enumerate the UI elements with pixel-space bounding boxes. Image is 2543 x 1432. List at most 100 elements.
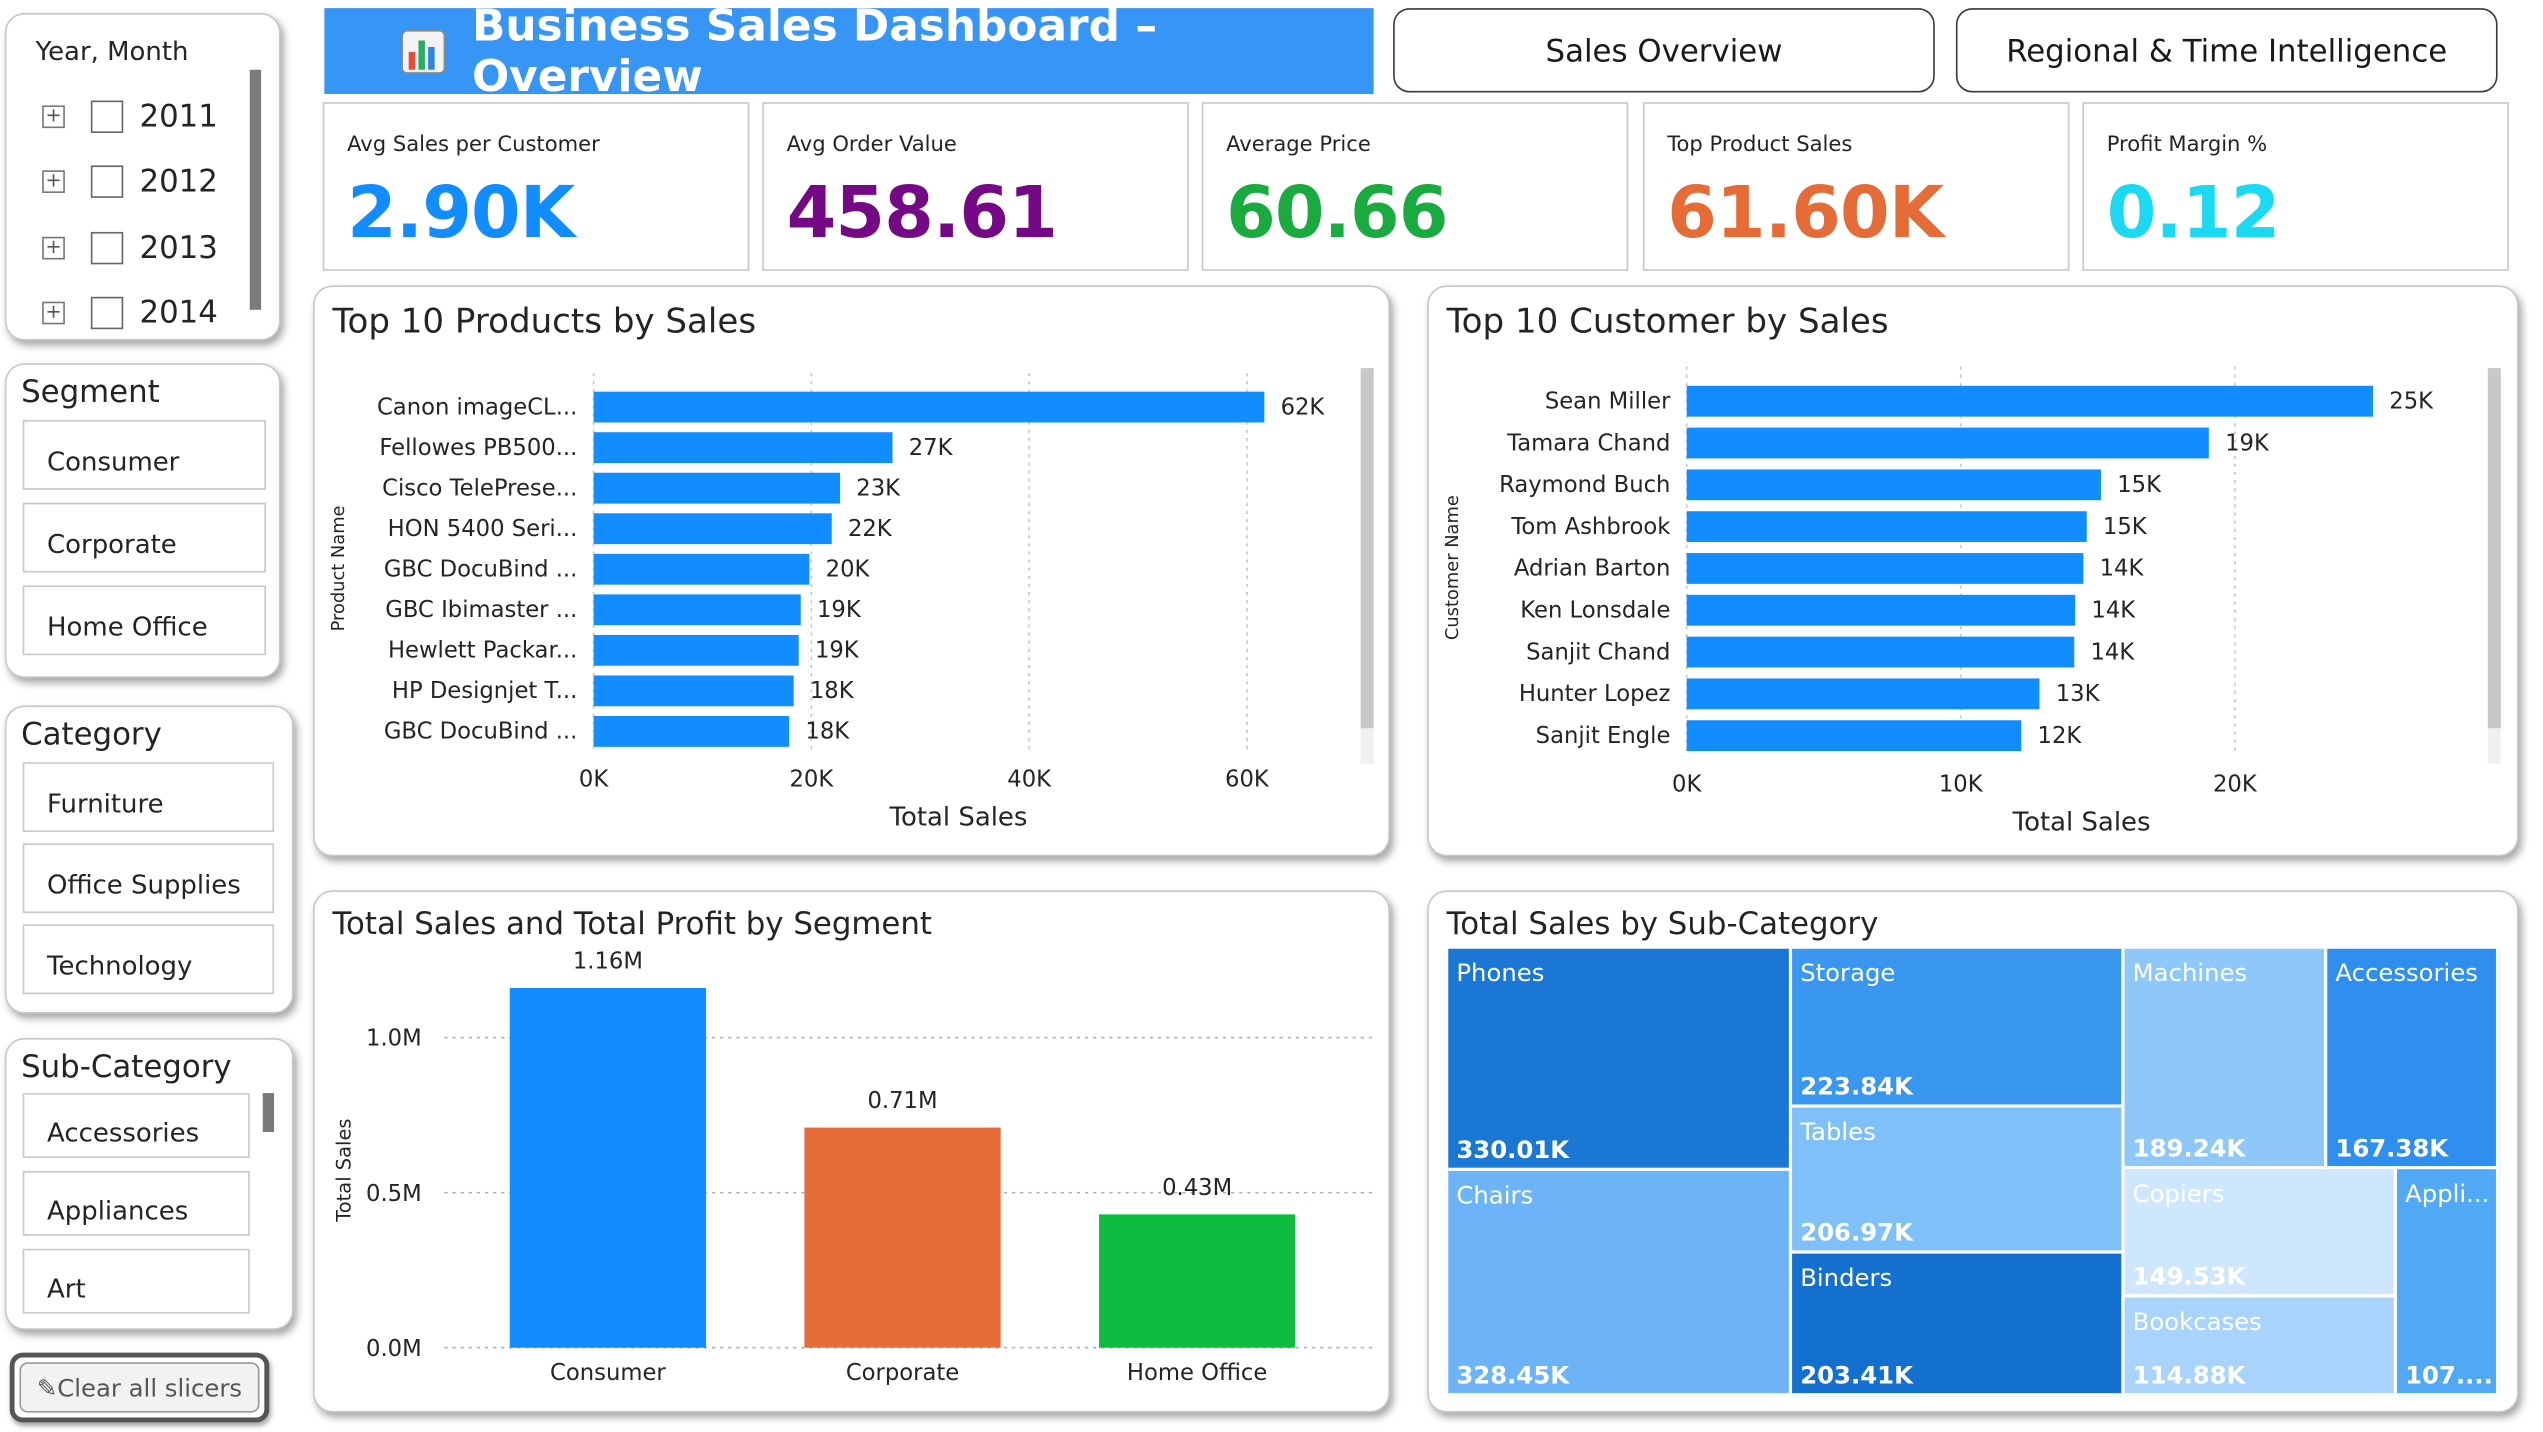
treemap-cell-name: Bookcases (2132, 1307, 2262, 1337)
data-label: 0.43M (1162, 1175, 1232, 1201)
data-label: 0.71M (867, 1088, 937, 1114)
segment-option-corporate[interactable]: Corporate (22, 502, 266, 573)
checkbox[interactable] (90, 100, 124, 133)
scrollbar-thumb (2487, 368, 2501, 729)
data-label: 27K (909, 435, 954, 461)
treemap-cell-value: 328.45K (1456, 1360, 1570, 1390)
treemap-cell[interactable]: Chairs 328.45K (1448, 1170, 1793, 1397)
treemap-cell[interactable]: Accessories 167.38K (2327, 948, 2500, 1170)
expand-icon[interactable]: + (42, 105, 65, 129)
category-label: Tom Ashbrook (1510, 514, 1671, 540)
sub-category-option-accessories[interactable]: Accessories (22, 1093, 250, 1158)
chart-title: Total Sales by Sub-Category (1446, 906, 1879, 943)
x-tick-label: 0K (1672, 771, 1702, 797)
treemap-cell-name: Copiers (2132, 1179, 2225, 1209)
bar (1686, 553, 2084, 584)
category-label: Sean Miller (1545, 389, 1671, 415)
data-label: 13K (2056, 681, 2101, 707)
treemap-cell[interactable]: Copiers 149.53K (2124, 1169, 2398, 1298)
treemap-cell-value: 203.41K (1800, 1360, 1913, 1390)
category-option-furniture[interactable]: Furniture (22, 762, 275, 832)
year-label: 2014 (139, 295, 218, 331)
bar (1686, 511, 2087, 543)
y-axis-title: Customer Name (1442, 495, 1463, 640)
treemap-cell[interactable]: Storage 223.84K (1792, 948, 2125, 1108)
treemap-cell[interactable]: Appli... 107.... (2397, 1169, 2500, 1397)
kpi-avg-sales-per-customer: Avg Sales per Customer 2.90K (322, 102, 750, 271)
category-option-technology[interactable]: Technology (22, 924, 275, 995)
data-label: 19K (815, 638, 860, 664)
data-label: 19K (817, 597, 862, 623)
expand-icon[interactable]: + (42, 170, 65, 193)
data-label: 22K (848, 516, 893, 542)
kpi-top-product-sales: Top Product Sales 61.60K (1642, 102, 2070, 271)
treemap-cell-value: 223.84K (1800, 1072, 1913, 1102)
expand-icon[interactable]: + (42, 236, 65, 260)
sales-overview-button[interactable]: Sales Overview (1393, 8, 1935, 93)
sub-category-slicer-title: Sub-Category (21, 1049, 232, 1085)
checkbox[interactable] (90, 296, 124, 330)
year-month-slicer: Year, Month + 2011 + 2012 + 2013 + 2014 (4, 12, 281, 341)
kpi-profit-margin: Profit Margin % 0.12 (2082, 102, 2509, 271)
data-label: 18K (805, 719, 850, 745)
treemap-cell[interactable]: Phones 330.01K (1448, 948, 1793, 1171)
segment-option-home-office[interactable]: Home Office (22, 585, 266, 656)
category-label: Home Office (1127, 1360, 1267, 1386)
year-month-slicer-title: Year, Month (35, 35, 189, 67)
sub-category-option-art[interactable]: Art (22, 1248, 250, 1314)
top-customers-chart: 0K 10K 20K Sean Miller 25K Tamara Chand 19K Ray… (1442, 366, 2501, 837)
data-label: 18K (810, 678, 855, 704)
data-label: 20K (826, 557, 871, 583)
treemap-cell[interactable]: Tables 206.97K (1792, 1107, 2125, 1254)
scrollbar[interactable] (262, 1093, 275, 1133)
category-label: Fellowes PB500... (379, 435, 577, 461)
treemap-cell-value: 107.... (2405, 1360, 2493, 1390)
checkbox[interactable] (90, 231, 124, 265)
expand-icon[interactable]: + (42, 301, 65, 325)
bar (593, 472, 841, 504)
category-label: Consumer (550, 1360, 666, 1386)
segment-option-consumer[interactable]: Consumer (22, 420, 266, 490)
bar (509, 988, 707, 1348)
clear-all-slicers-button[interactable]: ✎Clear all slicers (9, 1352, 270, 1423)
treemap-cell-name: Machines (2132, 958, 2248, 988)
checkbox[interactable] (90, 165, 124, 198)
data-label: 14K (2100, 556, 2145, 582)
segment-slicer-title: Segment (21, 374, 160, 411)
bar (593, 716, 790, 747)
x-tick-label: 60K (1225, 767, 1270, 793)
regional-time-intelligence-button[interactable]: Regional & Time Intelligence (1955, 8, 2498, 93)
clear-all-slicers-label: Clear all slicers (57, 1373, 243, 1403)
data-label: 15K (2117, 472, 2162, 498)
treemap-cell-value: 206.97K (1800, 1217, 1913, 1248)
year-row-2014[interactable]: + 2014 (42, 294, 218, 333)
category-option-office-supplies[interactable]: Office Supplies (22, 843, 275, 914)
treemap-cell[interactable]: Bookcases 114.88K (2124, 1297, 2398, 1397)
category-label: Corporate (846, 1360, 959, 1386)
sub-category-slicer: Sub-Category Accessories Appliances Art (4, 1037, 294, 1330)
bar (593, 432, 893, 464)
treemap-cell-value: 189.24K (2132, 1133, 2246, 1163)
treemap-cell[interactable]: Machines 189.24K (2124, 948, 2328, 1170)
x-tick-label: 0K (579, 767, 609, 793)
data-label: 19K (2225, 430, 2270, 456)
x-tick-label: 40K (1007, 767, 1052, 793)
category-label: Adrian Barton (1514, 556, 1671, 582)
segment-slicer: Segment Consumer Corporate Home Office (4, 363, 281, 678)
kpi-value: 0.12 (2106, 171, 2281, 255)
treemap-cell[interactable]: Binders 203.41K (1792, 1253, 2125, 1397)
year-row-2012[interactable]: + 2012 (42, 162, 218, 201)
year-row-2011[interactable]: + 2011 (42, 97, 218, 136)
sub-category-option-appliances[interactable]: Appliances (22, 1170, 250, 1236)
year-row-2013[interactable]: + 2013 (42, 229, 218, 268)
data-label: 1.16M (573, 949, 643, 975)
x-axis-title: Total Sales (2012, 807, 2151, 837)
kpi-value: 2.90K (347, 171, 575, 255)
treemap-cell-value: 330.01K (1456, 1135, 1570, 1165)
y-tick-label: 1.0M (366, 1026, 422, 1052)
treemap-cell-name: Accessories (2335, 958, 2478, 988)
treemap-cell-value: 114.88K (2132, 1360, 2246, 1390)
scrollbar[interactable] (249, 69, 262, 310)
x-axis-title: Total Sales (889, 802, 1028, 832)
treemap-cell-name: Binders (1800, 1263, 1893, 1293)
